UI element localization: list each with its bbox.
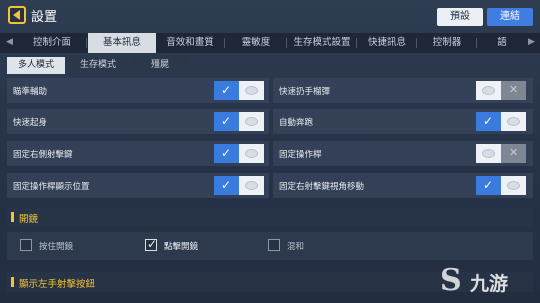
tab-basic-info[interactable]: 基本訊息 — [88, 33, 156, 53]
toggle-knob — [507, 181, 520, 190]
tab-divider — [416, 38, 417, 48]
setting-row: 固定操作桿 ✕ — [273, 141, 533, 166]
tab-divider — [86, 38, 87, 48]
toggle-knob — [245, 117, 258, 126]
scope-options-row: 按住開鏡 點擊開鏡 混和 — [7, 232, 533, 260]
setting-row: 瞄準輔助 ✓ — [7, 78, 269, 103]
aim-assist-toggle[interactable]: ✓ — [214, 81, 264, 100]
setting-row: 自動奔跑 ✓ — [273, 109, 533, 134]
main-tab-bar: ◀ 控制介面 基本訊息 音效和畫質 靈敏度 生存模式設置 快捷訊息 控制器 語 … — [0, 33, 540, 53]
page-title: 設置 — [31, 10, 58, 25]
quick-grenade-toggle[interactable]: ✕ — [476, 81, 526, 100]
joystick-position-toggle[interactable]: ✓ — [214, 176, 264, 195]
toggle-knob — [482, 86, 495, 95]
preset-button[interactable]: 預設 — [437, 8, 483, 26]
setting-row: 快速扔手榴彈 ✕ — [273, 78, 533, 103]
option-label: 按住開鏡 — [39, 242, 74, 252]
setting-label: 快速起身 — [13, 118, 48, 128]
section-marker — [11, 277, 14, 287]
check-icon: ✓ — [221, 114, 232, 128]
setting-label: 固定操作桿顯示位置 — [13, 182, 90, 192]
tab-right-arrow-icon[interactable]: ▶ — [528, 37, 535, 47]
section-title: 顯示左手射擊按鈕 — [19, 279, 96, 290]
setting-row: 快速起身 ✓ — [7, 109, 269, 134]
setting-label: 固定右射擊鍵視角移動 — [279, 182, 365, 192]
setting-row: 固定操作桿顯示位置 ✓ — [7, 173, 269, 198]
scope-section-header: 開鏡 — [7, 207, 533, 227]
fixed-joystick-toggle[interactable]: ✕ — [476, 144, 526, 163]
subtab-zombies[interactable]: 殭屍 — [131, 57, 189, 74]
tab-quick-messages[interactable]: 快捷訊息 — [358, 33, 416, 53]
checkbox-checked[interactable] — [145, 237, 157, 251]
toggle-knob — [245, 181, 258, 190]
x-icon: ✕ — [509, 83, 519, 96]
tab-language[interactable]: 語 — [478, 33, 526, 53]
tab-control-ui[interactable]: 控制介面 — [18, 33, 86, 53]
setting-label: 固定操作桿 — [279, 150, 322, 160]
tab-divider — [286, 38, 287, 48]
auto-sprint-toggle[interactable]: ✓ — [476, 112, 526, 131]
checkbox[interactable] — [20, 239, 32, 251]
setting-label: 快速扔手榴彈 — [279, 87, 331, 97]
subtab-multiplayer[interactable]: 多人模式 — [7, 57, 65, 74]
tap-to-scope-option[interactable]: 點擊開鏡 — [145, 237, 225, 253]
checkbox[interactable] — [268, 239, 280, 251]
check-icon: ✓ — [483, 114, 494, 128]
link-button[interactable]: 連結 — [487, 8, 533, 26]
setting-label: 瞄準輔助 — [13, 87, 48, 97]
option-label: 混和 — [287, 242, 305, 252]
check-icon: ✓ — [483, 178, 494, 192]
tab-left-arrow-icon[interactable]: ◀ — [6, 37, 13, 47]
sub-tab-bar: 多人模式 生存模式 殭屍 — [7, 57, 533, 74]
section-title: 開鏡 — [19, 214, 39, 225]
tab-divider — [224, 38, 225, 48]
right-fire-camera-toggle[interactable]: ✓ — [476, 176, 526, 195]
hybrid-scope-option[interactable]: 混和 — [268, 239, 348, 253]
watermark-text: 九游 — [470, 273, 509, 295]
tab-divider — [476, 38, 477, 48]
check-icon: ✓ — [221, 178, 232, 192]
top-bar: 設置 預設 連結 — [0, 0, 540, 32]
subtab-survival[interactable]: 生存模式 — [69, 57, 127, 74]
x-icon: ✕ — [509, 146, 519, 159]
setting-row: 固定右側射擊鍵 ✓ — [7, 141, 269, 166]
option-label: 點擊開鏡 — [164, 242, 199, 252]
toggle-knob — [507, 117, 520, 126]
tab-survival-settings[interactable]: 生存模式設置 — [288, 33, 356, 53]
site-watermark: S 九游 — [440, 263, 535, 299]
fixed-right-fire-toggle[interactable]: ✓ — [214, 144, 264, 163]
back-arrow-icon[interactable] — [8, 6, 26, 24]
setting-row: 固定右射擊鍵視角移動 ✓ — [273, 173, 533, 198]
toggle-knob — [482, 149, 495, 158]
tab-divider — [356, 38, 357, 48]
check-icon: ✓ — [221, 83, 232, 97]
setting-label: 固定右側射擊鍵 — [13, 150, 73, 160]
toggle-knob — [245, 86, 258, 95]
hold-to-scope-option[interactable]: 按住開鏡 — [20, 239, 100, 253]
toggle-knob — [245, 149, 258, 158]
setting-label: 自動奔跑 — [279, 118, 314, 128]
quick-stand-toggle[interactable]: ✓ — [214, 112, 264, 131]
tab-audio-graphics[interactable]: 音效和畫質 — [156, 33, 224, 53]
watermark-logo-icon: S — [440, 263, 462, 298]
section-marker — [11, 212, 14, 222]
tab-sensitivity[interactable]: 靈敏度 — [226, 33, 286, 53]
check-icon: ✓ — [221, 146, 232, 160]
tab-controller[interactable]: 控制器 — [418, 33, 476, 53]
